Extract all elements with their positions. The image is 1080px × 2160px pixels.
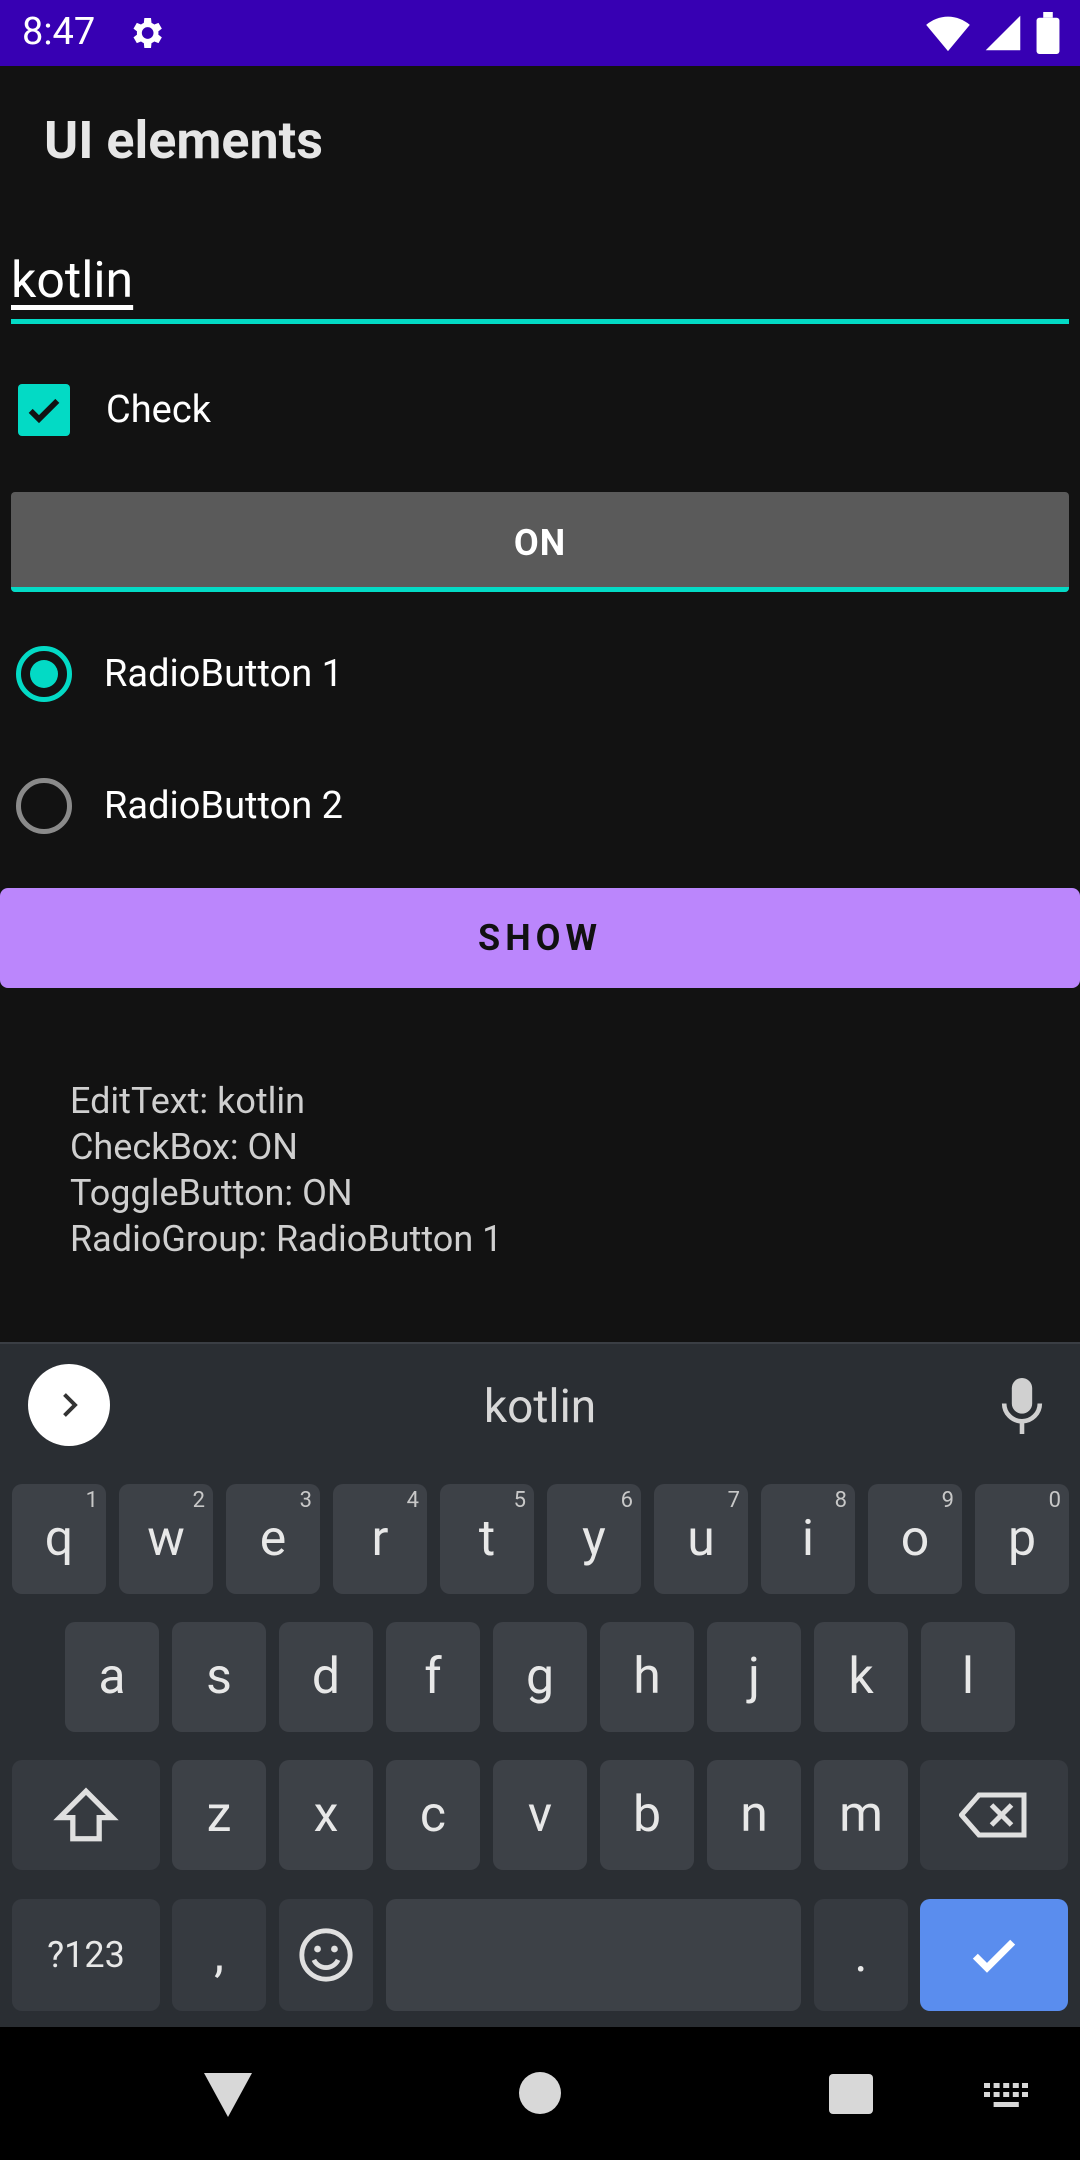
checkbox-label: Check [106,388,211,432]
result-line: ToggleButton: ON [70,1172,353,1214]
period-key[interactable]: . [814,1899,908,2011]
key-v[interactable]: v [493,1760,587,1870]
key-u[interactable]: u7 [654,1484,748,1594]
key-b[interactable]: b [600,1760,694,1870]
radio-button-2[interactable]: RadioButton 2 [16,778,343,834]
show-button[interactable]: SHOW [0,888,1080,988]
microphone-icon[interactable] [1000,1378,1044,1434]
keyboard-switch-icon[interactable] [984,2083,1028,2109]
toggle-on-indicator [11,587,1069,592]
status-time: 8:47 [22,10,96,54]
key-h[interactable]: h [600,1622,694,1732]
key-m[interactable]: m [814,1760,908,1870]
toggle-button-label: ON [513,522,567,564]
key-y[interactable]: y6 [547,1484,641,1594]
key-r[interactable]: r4 [333,1484,427,1594]
symbols-key[interactable]: ?123 [12,1899,160,2011]
status-bar: 8:47 [0,0,1080,66]
key-z[interactable]: z [172,1760,266,1870]
key-c[interactable]: c [386,1760,480,1870]
key-a[interactable]: a [65,1622,159,1732]
back-triangle-icon[interactable] [204,2073,252,2117]
wifi-icon [926,16,970,52]
done-key[interactable] [920,1899,1068,2011]
key-t[interactable]: t5 [440,1484,534,1594]
backspace-key[interactable] [920,1760,1068,1870]
key-n[interactable]: n [707,1760,801,1870]
shift-key[interactable] [12,1760,160,1870]
emoji-key[interactable] [279,1899,373,2011]
key-p[interactable]: p0 [975,1484,1069,1594]
result-line: EditText: kotlin [70,1080,306,1122]
edit-text-field[interactable]: kotlin [11,248,1069,324]
key-o[interactable]: o9 [868,1484,962,1594]
key-d[interactable]: d [279,1622,373,1732]
space-key[interactable] [386,1899,801,2011]
page-title: UI elements [44,110,323,171]
radio-checked-icon [16,646,72,702]
key-j[interactable]: j [707,1622,801,1732]
check-checkbox[interactable]: Check [18,384,211,436]
result-line: RadioGroup: RadioButton 1 [70,1218,503,1260]
checkbox-checked-icon [18,384,70,436]
comma-key[interactable]: , [172,1899,266,2011]
key-x[interactable]: x [279,1760,373,1870]
key-g[interactable]: g [493,1622,587,1732]
key-q[interactable]: q1 [12,1484,106,1594]
radio-label: RadioButton 2 [104,784,343,828]
key-l[interactable]: l [921,1622,1015,1732]
show-button-label: SHOW [478,917,602,959]
result-line: CheckBox: ON [70,1126,298,1168]
settings-gear-icon [133,18,162,48]
home-circle-icon[interactable] [519,2072,561,2114]
key-e[interactable]: e3 [226,1484,320,1594]
key-w[interactable]: w2 [119,1484,213,1594]
edit-text-underline [11,319,1069,324]
radio-label: RadioButton 1 [104,652,343,696]
radio-button-1[interactable]: RadioButton 1 [16,646,343,702]
key-i[interactable]: i8 [761,1484,855,1594]
key-s[interactable]: s [172,1622,266,1732]
backspace-icon [959,1792,1027,1838]
navigation-bar [0,2027,1080,2160]
battery-icon [1036,12,1060,54]
key-k[interactable]: k [814,1622,908,1732]
suggestion-word[interactable]: kotlin [0,1380,1080,1434]
toggle-button[interactable]: ON [11,492,1069,592]
result-text: EditText: kotlin CheckBox: ON ToggleButt… [70,1078,502,1262]
shift-icon [53,1787,119,1842]
checkmark-icon [972,1939,1016,1973]
cell-signal-icon [985,15,1021,51]
key-f[interactable]: f [386,1622,480,1732]
soft-keyboard: kotlin q1 w2 e3 r4 t5 y6 u7 i8 o9 p0 a s… [0,1342,1080,2027]
radio-unchecked-icon [16,778,72,834]
edit-text-value: kotlin [11,252,134,310]
emoji-icon [299,1928,353,1982]
recents-square-icon[interactable] [829,2074,873,2114]
